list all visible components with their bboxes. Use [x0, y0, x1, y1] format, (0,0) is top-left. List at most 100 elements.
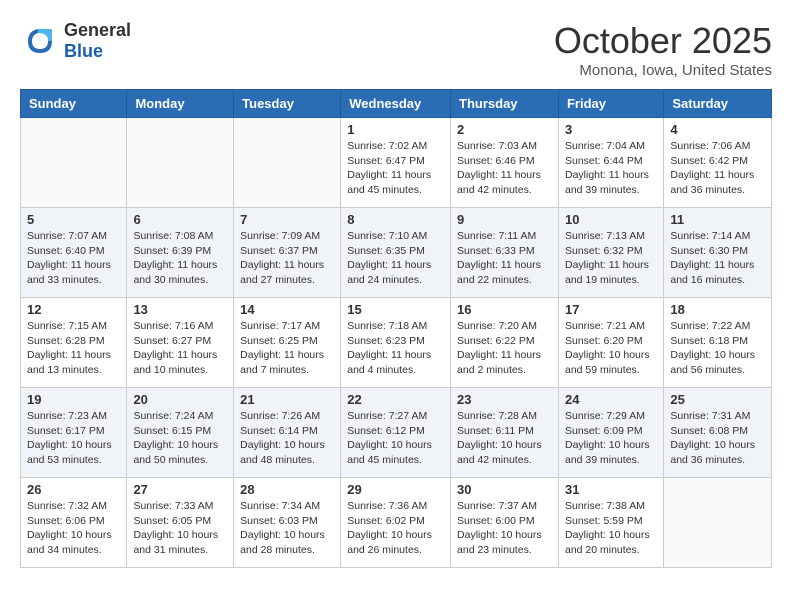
day-content: Sunrise: 7:09 AM Sunset: 6:37 PM Dayligh…	[240, 229, 334, 288]
calendar-cell: 8 Sunrise: 7:10 AM Sunset: 6:35 PM Daylig…	[341, 208, 451, 298]
day-content: Sunrise: 7:24 AM Sunset: 6:15 PM Dayligh…	[133, 409, 227, 468]
day-number: 19	[27, 392, 120, 407]
calendar-cell: 7 Sunrise: 7:09 AM Sunset: 6:37 PM Daylig…	[234, 208, 341, 298]
calendar-cell: 13 Sunrise: 7:16 AM Sunset: 6:27 PM Dayli…	[127, 298, 234, 388]
day-content: Sunrise: 7:28 AM Sunset: 6:11 PM Dayligh…	[457, 409, 552, 468]
day-content: Sunrise: 7:27 AM Sunset: 6:12 PM Dayligh…	[347, 409, 444, 468]
calendar-cell: 22 Sunrise: 7:27 AM Sunset: 6:12 PM Dayli…	[341, 388, 451, 478]
calendar-header-wednesday: Wednesday	[341, 90, 451, 118]
day-content: Sunrise: 7:31 AM Sunset: 6:08 PM Dayligh…	[670, 409, 765, 468]
day-content: Sunrise: 7:36 AM Sunset: 6:02 PM Dayligh…	[347, 499, 444, 558]
page-header: General Blue October 2025 Monona, Iowa, …	[20, 20, 772, 79]
calendar-cell: 25 Sunrise: 7:31 AM Sunset: 6:08 PM Dayli…	[664, 388, 772, 478]
day-content: Sunrise: 7:10 AM Sunset: 6:35 PM Dayligh…	[347, 229, 444, 288]
day-number: 15	[347, 302, 444, 317]
calendar-header-friday: Friday	[558, 90, 663, 118]
day-number: 27	[133, 482, 227, 497]
calendar-week-row: 12Sunrise: 7:15 AM Sunset: 6:28 PM Dayli…	[21, 298, 772, 388]
calendar-cell	[664, 478, 772, 568]
day-content: Sunrise: 7:11 AM Sunset: 6:33 PM Dayligh…	[457, 229, 552, 288]
day-content: Sunrise: 7:13 AM Sunset: 6:32 PM Dayligh…	[565, 229, 657, 288]
calendar-cell	[127, 118, 234, 208]
calendar-cell: 26 Sunrise: 7:32 AM Sunset: 6:06 PM Dayli…	[21, 478, 127, 568]
calendar-header-thursday: Thursday	[451, 90, 559, 118]
day-content: Sunrise: 7:26 AM Sunset: 6:14 PM Dayligh…	[240, 409, 334, 468]
day-content: Sunrise: 7:14 AM Sunset: 6:30 PM Dayligh…	[670, 229, 765, 288]
calendar-cell: 19 Sunrise: 7:23 AM Sunset: 6:17 PM Dayli…	[21, 388, 127, 478]
day-content: Sunrise: 7:20 AM Sunset: 6:22 PM Dayligh…	[457, 319, 552, 378]
calendar-cell: 15 Sunrise: 7:18 AM Sunset: 6:23 PM Dayli…	[341, 298, 451, 388]
day-number: 8	[347, 212, 444, 227]
day-number: 13	[133, 302, 227, 317]
day-number: 20	[133, 392, 227, 407]
calendar-header-saturday: Saturday	[664, 90, 772, 118]
calendar-cell: 12Sunrise: 7:15 AM Sunset: 6:28 PM Dayli…	[21, 298, 127, 388]
day-content: Sunrise: 7:23 AM Sunset: 6:17 PM Dayligh…	[27, 409, 120, 468]
day-number: 17	[565, 302, 657, 317]
calendar-week-row: 1 Sunrise: 7:02 AM Sunset: 6:47 PM Daylig…	[21, 118, 772, 208]
calendar-cell: 3 Sunrise: 7:04 AM Sunset: 6:44 PM Daylig…	[558, 118, 663, 208]
day-content: Sunrise: 7:18 AM Sunset: 6:23 PM Dayligh…	[347, 319, 444, 378]
month-title: October 2025	[554, 20, 772, 62]
calendar-cell: 6 Sunrise: 7:08 AM Sunset: 6:39 PM Daylig…	[127, 208, 234, 298]
day-content: Sunrise: 7:38 AM Sunset: 5:59 PM Dayligh…	[565, 499, 657, 558]
calendar-cell: 2 Sunrise: 7:03 AM Sunset: 6:46 PM Daylig…	[451, 118, 559, 208]
day-number: 6	[133, 212, 227, 227]
day-number: 28	[240, 482, 334, 497]
calendar-cell: 10Sunrise: 7:13 AM Sunset: 6:32 PM Dayli…	[558, 208, 663, 298]
day-content: Sunrise: 7:16 AM Sunset: 6:27 PM Dayligh…	[133, 319, 227, 378]
calendar-cell: 18Sunrise: 7:22 AM Sunset: 6:18 PM Dayli…	[664, 298, 772, 388]
day-number: 24	[565, 392, 657, 407]
logo-blue-text: Blue	[64, 41, 131, 62]
day-content: Sunrise: 7:08 AM Sunset: 6:39 PM Dayligh…	[133, 229, 227, 288]
day-number: 3	[565, 122, 657, 137]
day-content: Sunrise: 7:37 AM Sunset: 6:00 PM Dayligh…	[457, 499, 552, 558]
day-content: Sunrise: 7:29 AM Sunset: 6:09 PM Dayligh…	[565, 409, 657, 468]
day-number: 22	[347, 392, 444, 407]
calendar-cell: 16 Sunrise: 7:20 AM Sunset: 6:22 PM Dayli…	[451, 298, 559, 388]
calendar-table: SundayMondayTuesdayWednesdayThursdayFrid…	[20, 89, 772, 568]
calendar-cell: 24 Sunrise: 7:29 AM Sunset: 6:09 PM Dayli…	[558, 388, 663, 478]
calendar-cell: 21Sunrise: 7:26 AM Sunset: 6:14 PM Dayli…	[234, 388, 341, 478]
day-number: 1	[347, 122, 444, 137]
day-number: 18	[670, 302, 765, 317]
day-number: 12	[27, 302, 120, 317]
day-content: Sunrise: 7:17 AM Sunset: 6:25 PM Dayligh…	[240, 319, 334, 378]
calendar-cell: 28 Sunrise: 7:34 AM Sunset: 6:03 PM Dayli…	[234, 478, 341, 568]
calendar-cell: 4Sunrise: 7:06 AM Sunset: 6:42 PM Daylig…	[664, 118, 772, 208]
day-number: 31	[565, 482, 657, 497]
day-number: 5	[27, 212, 120, 227]
calendar-week-row: 19 Sunrise: 7:23 AM Sunset: 6:17 PM Dayli…	[21, 388, 772, 478]
day-number: 30	[457, 482, 552, 497]
day-content: Sunrise: 7:32 AM Sunset: 6:06 PM Dayligh…	[27, 499, 120, 558]
calendar-cell	[234, 118, 341, 208]
calendar-cell: 14Sunrise: 7:17 AM Sunset: 6:25 PM Dayli…	[234, 298, 341, 388]
day-number: 26	[27, 482, 120, 497]
day-number: 16	[457, 302, 552, 317]
calendar-cell: 31 Sunrise: 7:38 AM Sunset: 5:59 PM Dayli…	[558, 478, 663, 568]
day-number: 11	[670, 212, 765, 227]
calendar-header-sunday: Sunday	[21, 90, 127, 118]
day-number: 4	[670, 122, 765, 137]
calendar-cell: 29Sunrise: 7:36 AM Sunset: 6:02 PM Dayli…	[341, 478, 451, 568]
day-content: Sunrise: 7:02 AM Sunset: 6:47 PM Dayligh…	[347, 139, 444, 198]
day-content: Sunrise: 7:04 AM Sunset: 6:44 PM Dayligh…	[565, 139, 657, 198]
day-number: 2	[457, 122, 552, 137]
day-number: 7	[240, 212, 334, 227]
calendar-cell: 27Sunrise: 7:33 AM Sunset: 6:05 PM Dayli…	[127, 478, 234, 568]
day-content: Sunrise: 7:07 AM Sunset: 6:40 PM Dayligh…	[27, 229, 120, 288]
day-content: Sunrise: 7:34 AM Sunset: 6:03 PM Dayligh…	[240, 499, 334, 558]
calendar-cell: 23 Sunrise: 7:28 AM Sunset: 6:11 PM Dayli…	[451, 388, 559, 478]
day-content: Sunrise: 7:03 AM Sunset: 6:46 PM Dayligh…	[457, 139, 552, 198]
calendar-cell: 9Sunrise: 7:11 AM Sunset: 6:33 PM Daylig…	[451, 208, 559, 298]
title-block: October 2025 Monona, Iowa, United States	[554, 20, 772, 79]
calendar-cell: 1 Sunrise: 7:02 AM Sunset: 6:47 PM Daylig…	[341, 118, 451, 208]
logo-text: General Blue	[64, 20, 131, 62]
calendar-cell: 5 Sunrise: 7:07 AM Sunset: 6:40 PM Daylig…	[21, 208, 127, 298]
calendar-cell: 20 Sunrise: 7:24 AM Sunset: 6:15 PM Dayli…	[127, 388, 234, 478]
day-content: Sunrise: 7:21 AM Sunset: 6:20 PM Dayligh…	[565, 319, 657, 378]
day-number: 23	[457, 392, 552, 407]
calendar-week-row: 26 Sunrise: 7:32 AM Sunset: 6:06 PM Dayli…	[21, 478, 772, 568]
logo-icon	[20, 21, 60, 61]
day-number: 25	[670, 392, 765, 407]
